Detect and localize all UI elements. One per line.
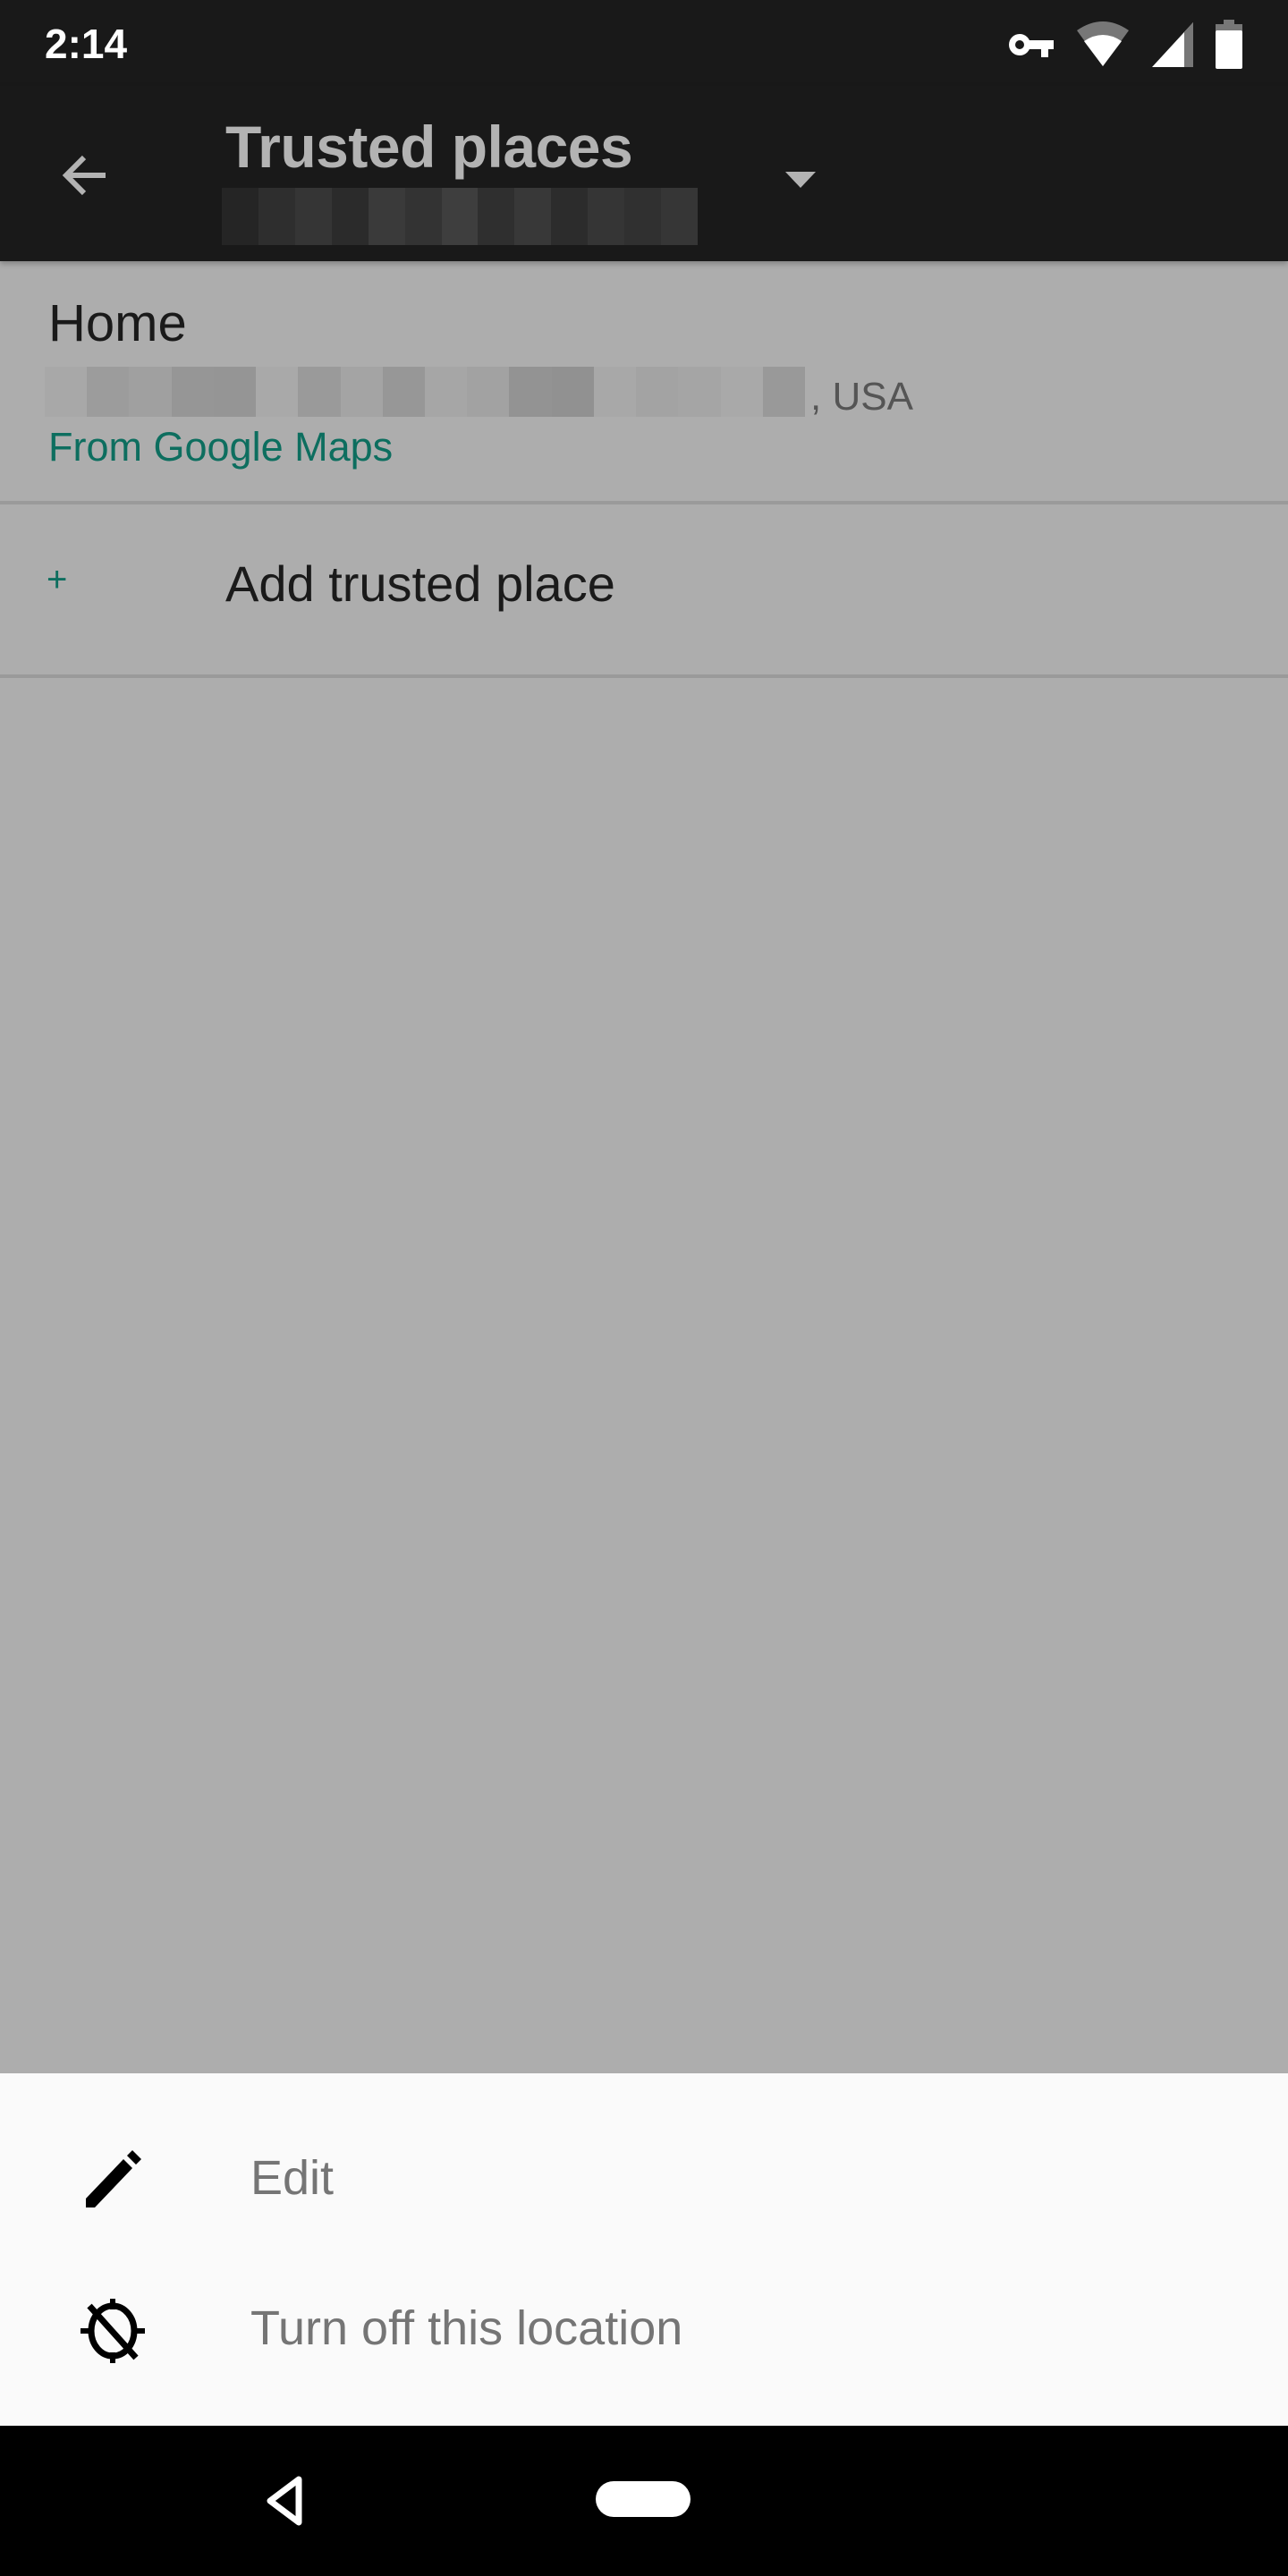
status-bar: 2:14 bbox=[0, 0, 1288, 86]
place-item-home[interactable]: Home , USA From Google Maps bbox=[0, 261, 1288, 504]
turn-off-location-label: Turn off this location bbox=[250, 2301, 683, 2355]
back-button[interactable] bbox=[54, 143, 118, 208]
turn-off-location-menu-item[interactable]: Turn off this location bbox=[0, 2254, 1288, 2404]
edit-label: Edit bbox=[250, 2151, 335, 2205]
plus-icon: + bbox=[47, 560, 68, 599]
add-trusted-place-label: Add trusted place bbox=[225, 555, 615, 612]
account-dropdown-button[interactable] bbox=[769, 148, 832, 211]
dropdown-triangle-icon bbox=[785, 172, 816, 188]
bottom-sheet: Edit Turn off this location bbox=[0, 2073, 1288, 2426]
place-title: Home bbox=[48, 294, 187, 352]
vpn-key-icon bbox=[1009, 34, 1054, 57]
place-country: , USA bbox=[810, 375, 913, 419]
account-subtitle-redacted bbox=[222, 188, 698, 245]
trusted-places-list: Home , USA From Google Maps + Add truste… bbox=[0, 261, 1288, 678]
wifi-icon bbox=[1077, 21, 1129, 66]
cell-signal-icon bbox=[1152, 22, 1193, 67]
page-title: Trusted places bbox=[225, 114, 633, 180]
address-redacted bbox=[45, 367, 805, 417]
add-trusted-place-button[interactable]: + Add trusted place bbox=[0, 504, 1288, 678]
status-time: 2:14 bbox=[45, 21, 128, 67]
place-address: , USA bbox=[45, 367, 913, 417]
pencil-icon bbox=[86, 2150, 141, 2207]
location-off-icon bbox=[80, 2299, 145, 2363]
place-source: From Google Maps bbox=[48, 424, 394, 470]
navigation-bar bbox=[0, 2426, 1288, 2576]
app-bar: Trusted places bbox=[0, 86, 1288, 261]
edit-menu-item[interactable]: Edit bbox=[0, 2104, 1288, 2254]
status-icons bbox=[1007, 20, 1243, 70]
nav-back-icon[interactable] bbox=[265, 2476, 306, 2526]
arrow-back-icon bbox=[62, 155, 106, 196]
battery-icon bbox=[1216, 20, 1242, 69]
nav-home-button[interactable] bbox=[596, 2481, 691, 2517]
